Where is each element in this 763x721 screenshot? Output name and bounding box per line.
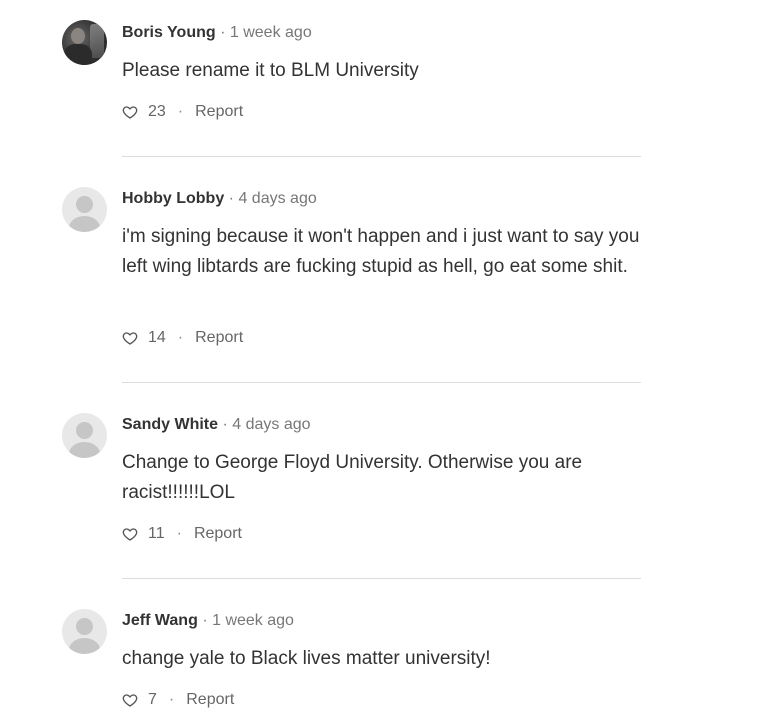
default-user-avatar[interactable] [62,609,107,654]
default-user-avatar[interactable] [62,413,107,458]
meta-separator: · [222,416,228,433]
avatar-head-shape [76,618,93,635]
comment-timestamp: 1 week ago [229,24,312,41]
comment-actions: 7 · Report [122,690,234,710]
comment-author[interactable]: Hobby Lobby [122,190,224,207]
comment-divider [122,382,641,383]
like-count: 14 [148,329,166,346]
avatar-photo-detail [64,44,92,65]
like-count: 23 [148,103,166,120]
meta-separator: · [228,190,234,207]
comment-timestamp: 4 days ago [238,190,317,207]
comment-text: i'm signing because it won't happen and … [122,226,640,277]
avatar-photo-detail [71,28,85,44]
comment-actions: 23 · Report [122,102,243,122]
avatar-head-shape [76,422,93,439]
avatar-body-shape [69,216,100,232]
comment-author[interactable]: Boris Young [122,24,216,41]
heart-icon[interactable] [122,104,138,120]
meta-separator: · [220,24,226,41]
meta-separator: · [202,612,208,629]
comment-meta: Sandy White · 4 days ago [122,415,311,435]
user-avatar[interactable] [62,20,107,65]
comment-divider [122,578,641,579]
heart-icon[interactable] [122,692,138,708]
report-link[interactable]: Report [194,524,242,544]
comment-timestamp: 4 days ago [232,416,311,433]
avatar-body-shape [69,442,100,458]
like-count: 7 [148,691,157,708]
comment-author[interactable]: Sandy White [122,416,218,433]
comment-actions: 11 · Report [122,524,242,544]
comment-meta: Hobby Lobby · 4 days ago [122,189,317,209]
comment-divider [122,156,641,157]
heart-icon[interactable] [122,330,138,346]
comment-actions: 14 · Report [122,328,243,348]
report-link[interactable]: Report [195,102,243,122]
comment-text: change yale to Black lives matter univer… [122,648,491,669]
avatar-head-shape [76,196,93,213]
avatar-photo-detail [90,24,104,58]
action-separator: · [176,525,182,542]
heart-icon[interactable] [122,526,138,542]
like-count: 11 [148,525,165,542]
comment-text: Change to George Floyd University. Other… [122,452,583,503]
action-separator: · [177,103,184,120]
action-separator: · [177,329,184,346]
default-user-avatar[interactable] [62,187,107,232]
comment-meta: Boris Young · 1 week ago [122,23,312,43]
avatar-body-shape [69,638,100,654]
comment-timestamp: 1 week ago [212,612,294,629]
comment-meta: Jeff Wang · 1 week ago [122,611,294,631]
comment-text: Please rename it to BLM University [122,60,419,81]
action-separator: · [168,691,175,708]
comment-author[interactable]: Jeff Wang [122,612,198,629]
report-link[interactable]: Report [186,690,234,710]
report-link[interactable]: Report [195,328,243,348]
